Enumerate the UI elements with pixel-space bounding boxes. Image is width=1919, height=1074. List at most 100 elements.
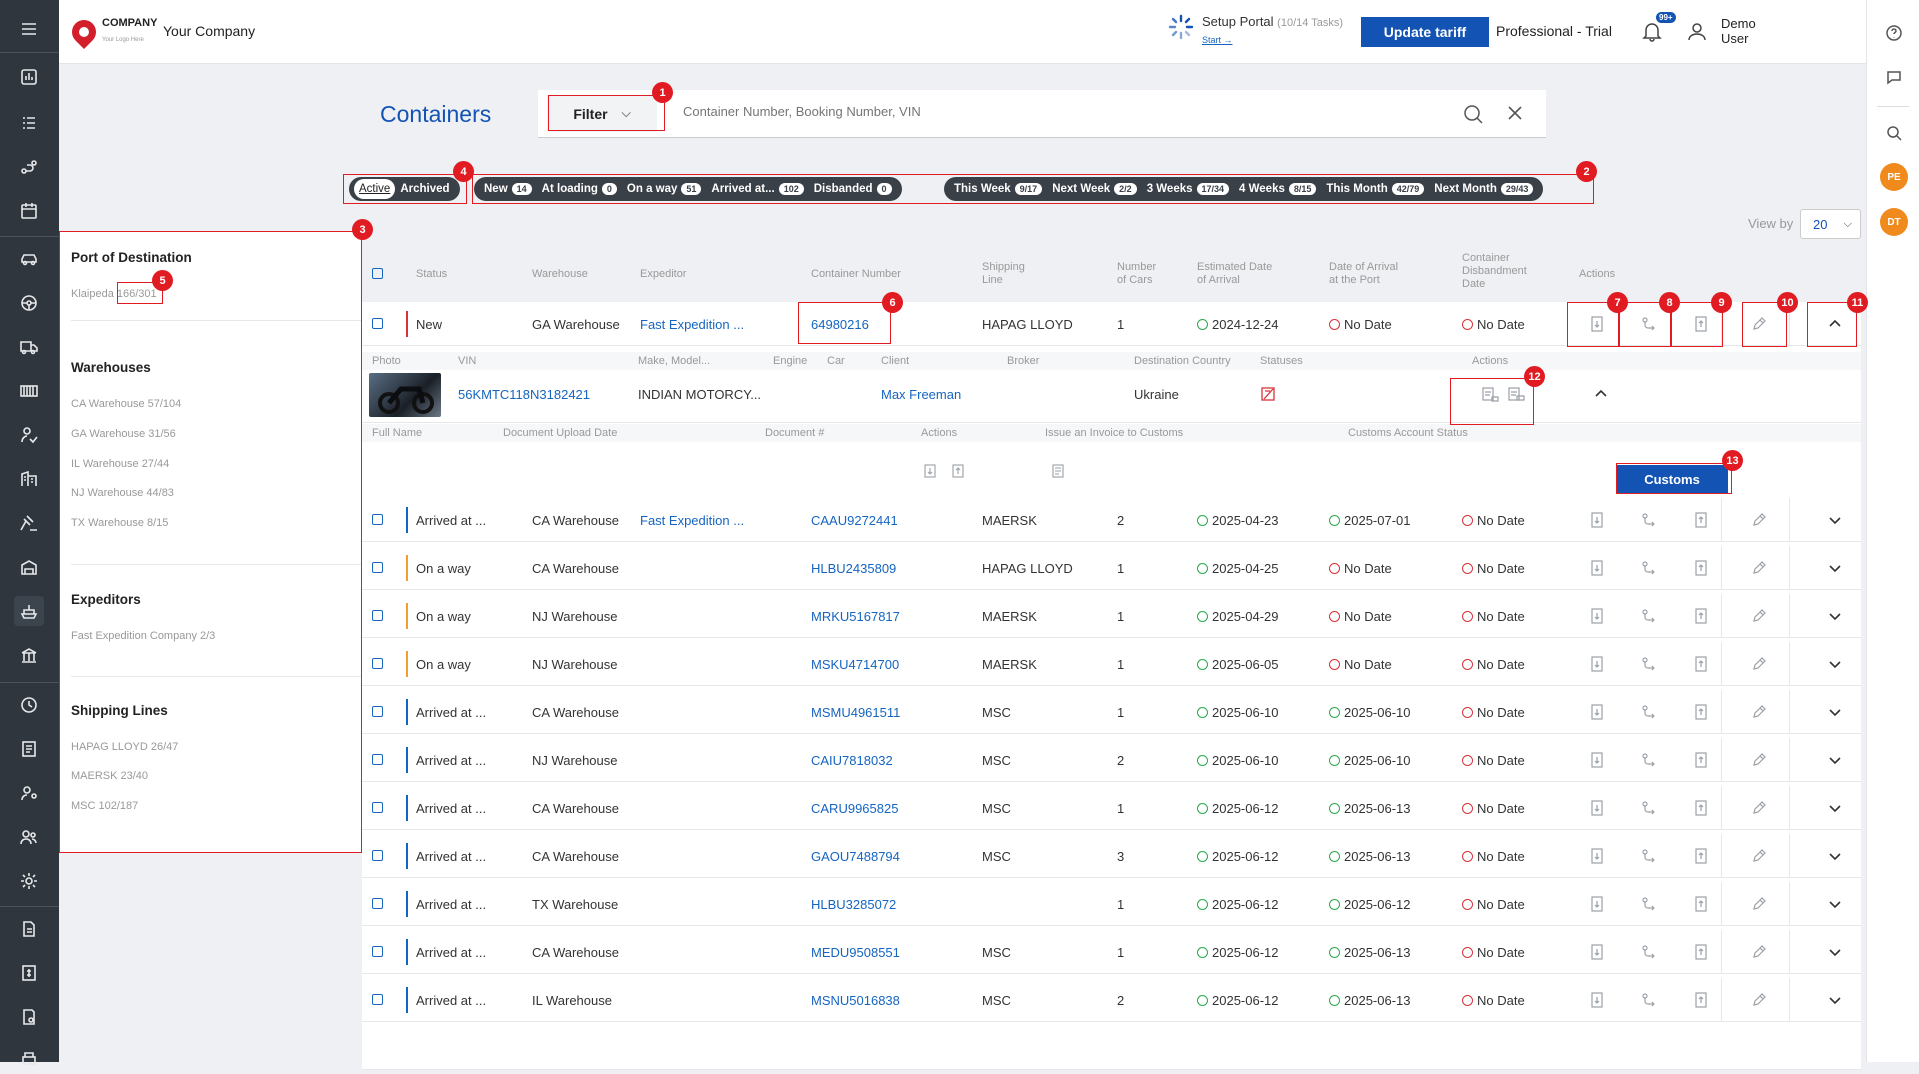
edit-icon[interactable] [1751,896,1767,912]
view-by-select[interactable]: 20 ⌵ [1800,209,1861,239]
edit-icon[interactable] [1751,608,1767,624]
route-icon[interactable] [1641,800,1657,816]
status-flag-icon[interactable] [1260,386,1276,402]
edit-icon[interactable] [1751,512,1767,528]
row-checkbox[interactable] [372,706,383,717]
chevron-down-icon[interactable] [1827,656,1843,672]
print-icon[interactable] [14,1044,44,1074]
bell-icon[interactable] [1641,20,1663,42]
settings-icon[interactable] [14,866,44,896]
route-icon[interactable] [1641,992,1657,1008]
chevron-down-icon[interactable] [1827,944,1843,960]
table-row[interactable] [362,1026,1861,1070]
report-icon[interactable] [14,914,44,944]
download-icon[interactable] [1589,896,1605,912]
route-icon[interactable] [1641,704,1657,720]
building-icon[interactable] [14,464,44,494]
route-icon[interactable] [1641,512,1657,528]
upload-icon[interactable] [1693,992,1709,1008]
download-icon[interactable] [1589,848,1605,864]
edit-icon[interactable] [1751,752,1767,768]
edit-icon[interactable] [1751,704,1767,720]
update-tariff-button[interactable]: Update tariff [1361,17,1489,47]
upload-icon[interactable] [1693,896,1709,912]
edit-icon[interactable] [1751,848,1767,864]
wheel-icon[interactable] [14,288,44,318]
row-checkbox[interactable] [372,946,383,957]
container-number-link[interactable]: CARU9965825 [811,801,898,816]
edit-icon[interactable] [1751,944,1767,960]
avatar[interactable]: PE [1880,163,1908,191]
download-icon[interactable] [1589,656,1605,672]
close-icon[interactable] [1506,104,1524,122]
table-row[interactable]: Arrived at ... NJ Warehouse CAIU7818032 MSC… [362,738,1861,782]
setup-start-link[interactable]: Start → [1202,35,1233,45]
download-icon[interactable] [1589,944,1605,960]
audit-icon[interactable] [14,1002,44,1032]
table-row[interactable]: Arrived at ... TX Warehouse HLBU3285072 1 20… [362,882,1861,926]
row-checkbox[interactable] [372,562,383,573]
chevron-down-icon[interactable] [1827,800,1843,816]
container-number-link[interactable]: CAIU7818032 [811,753,893,768]
container-number-link[interactable]: MSNU5016838 [811,993,900,1008]
route-icon[interactable] [1641,752,1657,768]
edit-icon[interactable] [1751,800,1767,816]
table-row[interactable]: On a way NJ Warehouse MSKU4714700 MAERSK 1 20… [362,642,1861,686]
row-checkbox[interactable] [372,658,383,669]
container-number-link[interactable]: HLBU2435809 [811,561,896,576]
edit-icon[interactable] [1751,992,1767,1008]
container-number-link[interactable]: CAAU9272441 [811,513,898,528]
download-icon[interactable] [1589,608,1605,624]
upload-icon[interactable] [1693,704,1709,720]
row-checkbox[interactable] [372,898,383,909]
route-icon[interactable] [1641,560,1657,576]
container-number-link[interactable]: MEDU9508551 [811,945,900,960]
calendar-icon[interactable] [14,196,44,226]
money-doc-icon[interactable] [14,958,44,988]
container-number-link[interactable]: MRKU5167817 [811,609,900,624]
help-icon[interactable] [1883,22,1905,44]
upload-icon[interactable] [1693,608,1709,624]
collapse-vehicle-chevron-icon[interactable] [1593,386,1609,402]
container-number-link[interactable]: MSMU4961511 [811,705,900,720]
user-name[interactable]: Demo User [1721,16,1756,46]
cell-expeditor[interactable]: Fast Expedition ... [640,317,744,332]
route-icon[interactable] [1641,656,1657,672]
setup-portal[interactable]: Setup Portal (10/14 Tasks) Start → [1168,14,1343,48]
invoice-icon[interactable] [14,734,44,764]
upload-icon[interactable] [1693,560,1709,576]
chevron-down-icon[interactable] [1827,560,1843,576]
row-checkbox[interactable] [372,610,383,621]
vehicle-photo[interactable] [369,373,441,417]
route-icon[interactable] [1641,608,1657,624]
dashboard-icon[interactable] [14,62,44,92]
search-icon[interactable] [1462,103,1484,125]
route-icon[interactable] [1641,848,1657,864]
workflow-icon[interactable] [14,152,44,182]
select-all-checkbox[interactable] [372,268,383,279]
invoice-doc-icon[interactable] [1051,464,1065,478]
table-row[interactable]: Arrived at ... CA Warehouse CARU9965825 MSC… [362,786,1861,830]
table-row[interactable]: Arrived at ... CA Warehouse MEDU9508551 MSC… [362,930,1861,974]
upload-icon[interactable] [1693,848,1709,864]
row-checkbox[interactable] [372,514,383,525]
table-row[interactable]: On a way NJ Warehouse MRKU5167817 MAERSK 1 20… [362,594,1861,638]
chevron-down-icon[interactable] [1827,704,1843,720]
user-icon[interactable] [1686,20,1708,42]
tasks-icon[interactable] [14,108,44,138]
container-number-link[interactable]: MSKU4714700 [811,657,899,672]
table-row[interactable]: Arrived at ... CA Warehouse MSMU4961511 MSC… [362,690,1861,734]
history-icon[interactable] [14,690,44,720]
chevron-down-icon[interactable] [1827,992,1843,1008]
auction-icon[interactable] [14,508,44,538]
download-icon[interactable] [1589,992,1605,1008]
row-checkbox[interactable] [372,994,383,1005]
table-row[interactable]: On a way CA Warehouse HLBU2435809 HAPAG LLO… [362,546,1861,590]
upload-icon[interactable] [1693,752,1709,768]
download-icon[interactable] [1589,752,1605,768]
table-row[interactable]: Arrived at ... CA Warehouse GAOU7488794 MSC… [362,834,1861,878]
upload-icon[interactable] [1693,944,1709,960]
route-icon[interactable] [1641,896,1657,912]
download-icon[interactable] [1589,800,1605,816]
chevron-down-icon[interactable] [1827,848,1843,864]
